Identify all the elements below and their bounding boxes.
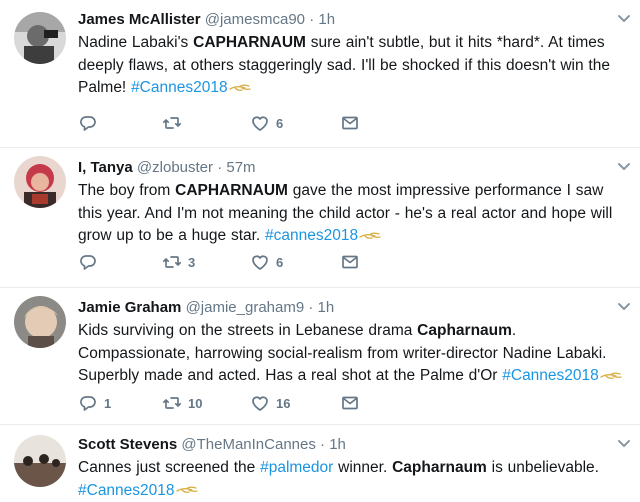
- reply-icon: [80, 255, 96, 270]
- retweet-count: 3: [188, 254, 196, 270]
- text-segment: Nadine Labaki's: [78, 34, 194, 51]
- tweet-header: James McAllister @jamesmca90 · 1h: [78, 10, 626, 30]
- hashtag-link[interactable]: #palmedor: [260, 459, 333, 476]
- chevron-down-icon[interactable]: [616, 10, 632, 26]
- bold-text: CAPHARNAUM: [193, 34, 306, 51]
- like-button[interactable]: 16: [250, 392, 290, 414]
- timestamp[interactable]: 1h: [329, 436, 346, 453]
- display-name[interactable]: James McAllister: [78, 11, 201, 28]
- separator-dot: ·: [309, 11, 315, 28]
- tweet-content: James McAllister @jamesmca90 · 1h Nadine…: [78, 10, 626, 100]
- envelope-icon: [342, 396, 358, 410]
- heart-icon: [252, 396, 268, 411]
- timestamp[interactable]: 1h: [318, 299, 335, 316]
- retweet-button[interactable]: 10: [162, 392, 202, 414]
- tweet[interactable]: Jamie Graham @jamie_graham9 · 1h Kids su…: [0, 288, 640, 425]
- separator-dot: ·: [320, 436, 326, 453]
- chevron-down-icon[interactable]: [616, 435, 632, 451]
- hashtag-link[interactable]: #Cannes2018: [131, 79, 228, 96]
- reply-icon: [80, 116, 96, 131]
- tweet[interactable]: I, Tanya @zlobuster · 57m The boy from C…: [0, 148, 640, 288]
- chevron-down-icon[interactable]: [616, 298, 632, 314]
- reply-icon: [80, 396, 96, 411]
- avatar[interactable]: [14, 435, 66, 487]
- palm-emoji-icon: [600, 372, 622, 379]
- tweet-text: Kids surviving on the streets in Lebanes…: [78, 320, 626, 388]
- hashtag-link[interactable]: #Cannes2018: [502, 367, 599, 384]
- text-segment: The boy from: [78, 182, 176, 199]
- tweet-content: I, Tanya @zlobuster · 57m The boy from C…: [78, 158, 626, 248]
- tweet-text: Nadine Labaki's CAPHARNAUM sure ain't su…: [78, 32, 626, 100]
- like-button[interactable]: 6: [250, 112, 283, 134]
- separator-dot: ·: [308, 299, 314, 316]
- reply-button[interactable]: [78, 251, 104, 273]
- bold-text: CAPHARNAUM: [175, 182, 288, 199]
- like-button[interactable]: 6: [250, 251, 283, 273]
- avatar[interactable]: [14, 156, 66, 208]
- display-name[interactable]: I, Tanya: [78, 159, 133, 176]
- reply-count: 1: [104, 395, 112, 411]
- tweet-content: Scott Stevens @TheManInCannes · 1h Canne…: [78, 435, 626, 502]
- timestamp[interactable]: 1h: [318, 11, 335, 28]
- tweet-header: Scott Stevens @TheManInCannes · 1h: [78, 435, 626, 455]
- avatar[interactable]: [14, 296, 66, 348]
- direct-message-button[interactable]: [340, 112, 360, 134]
- user-handle[interactable]: @TheManInCannes: [181, 436, 315, 453]
- tweet[interactable]: Scott Stevens @TheManInCannes · 1h Canne…: [0, 425, 640, 502]
- envelope-icon: [342, 255, 358, 269]
- user-handle[interactable]: @jamie_graham9: [186, 299, 305, 316]
- reply-button[interactable]: 1: [78, 392, 111, 414]
- reply-button[interactable]: [78, 112, 104, 134]
- tweet[interactable]: James McAllister @jamesmca90 · 1h Nadine…: [0, 0, 640, 148]
- palm-emoji-icon: [175, 486, 198, 494]
- retweet-count: 10: [188, 395, 203, 411]
- heart-icon: [252, 255, 268, 270]
- timestamp[interactable]: 57m: [226, 159, 255, 176]
- text-segment: Cannes just screened the: [78, 459, 261, 476]
- hashtag-link[interactable]: #Cannes2018: [78, 482, 175, 499]
- tweet-header: Jamie Graham @jamie_graham9 · 1h: [78, 298, 626, 318]
- like-count: 16: [276, 395, 291, 411]
- hashtag-link[interactable]: #cannes2018: [265, 227, 358, 244]
- direct-message-button[interactable]: [340, 251, 360, 273]
- user-handle[interactable]: @zlobuster: [137, 159, 213, 176]
- avatar[interactable]: [14, 12, 66, 64]
- user-handle[interactable]: @jamesmca90: [205, 11, 305, 28]
- retweet-icon: [162, 397, 182, 409]
- text-segment: is unbelievable.: [486, 459, 599, 476]
- tweet-text: Cannes just screened the #palmedor winne…: [78, 457, 626, 502]
- text-segment: Kids surviving on the streets in Lebanes…: [78, 322, 418, 339]
- chevron-down-icon[interactable]: [616, 158, 632, 174]
- bold-text: Capharnaum: [392, 459, 487, 476]
- direct-message-button[interactable]: [340, 392, 360, 414]
- text-segment: winner.: [333, 459, 393, 476]
- tweet-header: I, Tanya @zlobuster · 57m: [78, 158, 626, 178]
- palm-emoji-icon: [359, 232, 381, 239]
- display-name[interactable]: Scott Stevens: [78, 436, 177, 453]
- tweet-text: The boy from CAPHARNAUM gave the most im…: [78, 180, 626, 248]
- like-count: 6: [276, 115, 284, 131]
- palm-emoji-icon: [228, 84, 251, 91]
- like-count: 6: [276, 254, 284, 270]
- heart-icon: [252, 116, 268, 131]
- bold-text: Capharnaum: [417, 322, 512, 339]
- display-name[interactable]: Jamie Graham: [78, 299, 181, 316]
- envelope-icon: [342, 116, 358, 130]
- tweet-content: Jamie Graham @jamie_graham9 · 1h Kids su…: [78, 298, 626, 388]
- retweet-icon: [162, 117, 182, 129]
- tweet-feed: James McAllister @jamesmca90 · 1h Nadine…: [0, 0, 640, 502]
- retweet-icon: [162, 256, 182, 268]
- retweet-button[interactable]: 3: [162, 251, 195, 273]
- separator-dot: ·: [217, 159, 223, 176]
- retweet-button[interactable]: [162, 112, 188, 134]
